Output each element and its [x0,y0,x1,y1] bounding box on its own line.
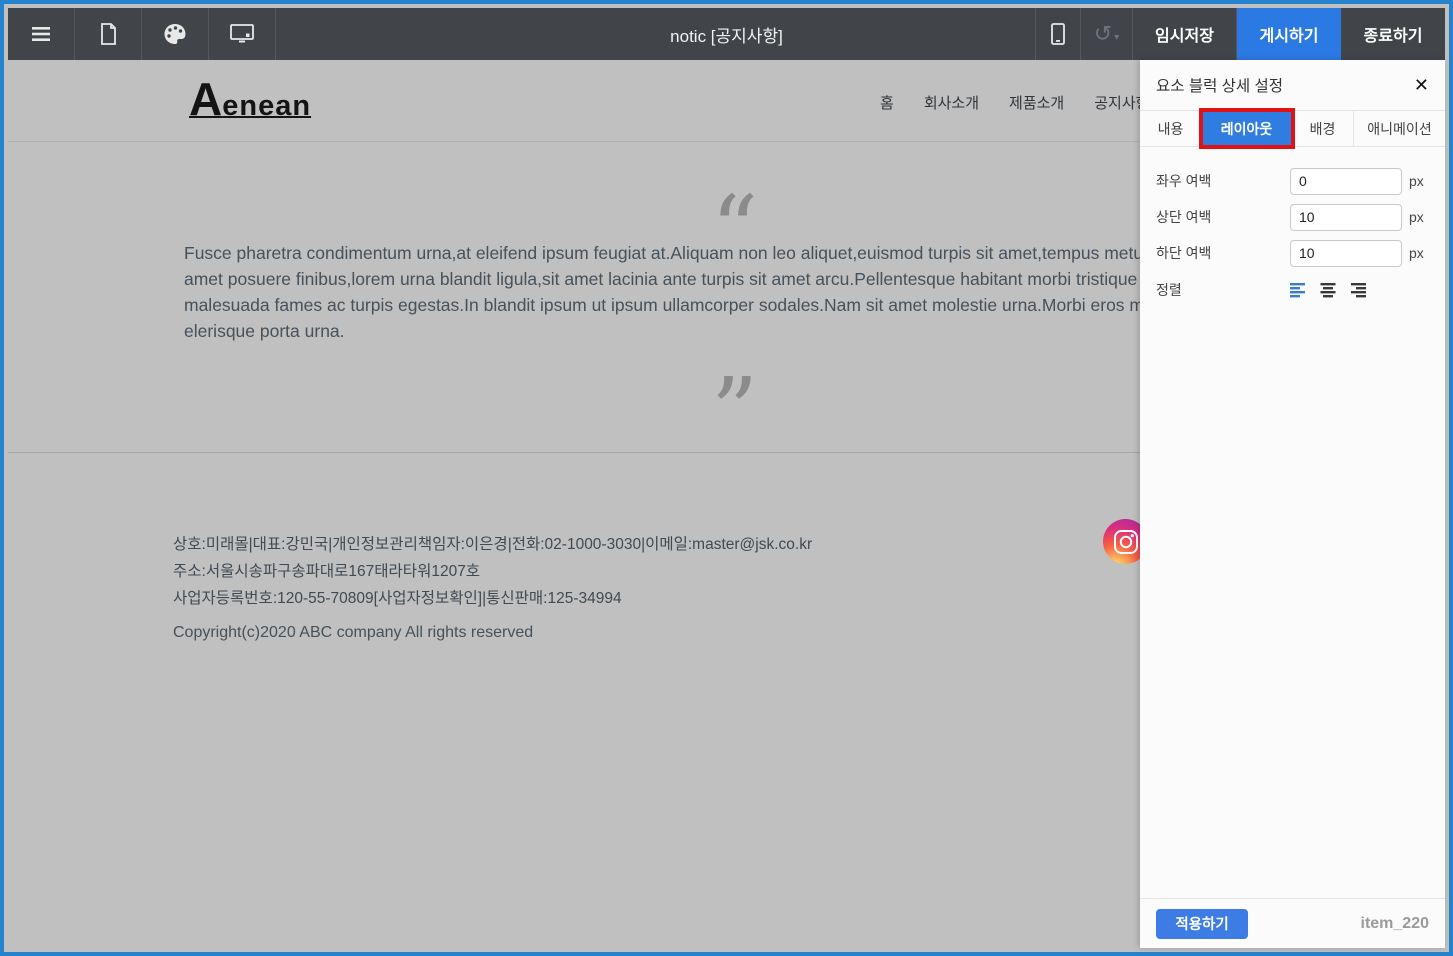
align-center-button[interactable] [1319,282,1337,298]
tab-background[interactable]: 배경 [1292,111,1354,146]
field-row-horizontal-margin: 좌우 여백 px [1156,167,1433,195]
field-label: 상단 여백 [1156,209,1212,225]
site-footer-info: 상호:미래몰|대표:강민국|개인정보관리책임자:이은경|전화:02-1000-3… [173,531,812,612]
copyright-text: Copyright(c)2020 ABC company All rights … [173,624,534,641]
unit-label: px [1409,209,1424,225]
publish-button[interactable]: 게시하기 [1237,8,1341,60]
panel-tabs: 내용 레이아웃 배경 애니메이션 [1140,108,1445,149]
hamburger-icon [32,27,50,41]
menu-button[interactable] [8,8,75,60]
exit-button[interactable]: 종료하기 [1341,8,1445,60]
mobile-preview-button[interactable] [1035,8,1081,60]
nav-item-company[interactable]: 회사소개 [924,92,979,113]
nav-item-product[interactable]: 제품소개 [1009,92,1064,113]
tab-layout[interactable]: 레이아웃 [1199,108,1295,149]
close-panel-button[interactable]: ✕ [1414,75,1429,96]
smartphone-icon [1051,23,1065,45]
document-icon [101,23,116,45]
undo-button[interactable]: ↺ ▾ [1081,8,1133,60]
align-group [1290,282,1366,298]
field-label: 정렬 [1156,282,1182,298]
align-right-button[interactable] [1348,282,1366,298]
field-label: 좌우 여백 [1156,173,1212,189]
toolbar-right-group: ↺ ▾ 임시저장 게시하기 종료하기 [1035,8,1445,60]
align-right-icon [1351,282,1366,297]
unit-label: px [1409,245,1424,261]
field-label: 하단 여백 [1156,245,1212,261]
footer-line: 상호:미래몰|대표:강민국|개인정보관리책임자:이은경|전화:02-1000-3… [173,536,813,553]
apply-button[interactable]: 적용하기 [1156,908,1248,939]
field-row-align: 정렬 [1156,276,1433,304]
undo-icon: ↺ [1093,21,1113,46]
panel-header: 요소 블럭 상세 설정 ✕ [1140,60,1445,110]
logo-initial: A [189,73,223,125]
logo-rest: enean [222,90,312,122]
footer-line: 주소:서울시송파구송파대로167태라타워1207호 [173,563,481,580]
panel-title: 요소 블럭 상세 설정 [1156,78,1283,95]
item-id-label: item_220 [1360,914,1430,932]
panel-footer: 적용하기 item_220 [1140,898,1445,948]
screen-button[interactable] [209,8,276,60]
bottom-margin-input[interactable] [1290,239,1402,267]
footer-line: 사업자등록번호:120-55-70809[사업자정보확인]|통신판매:125-3… [173,590,622,607]
align-left-button[interactable] [1290,282,1308,298]
editor-window: notic [공지사항] ↺ ▾ 임시저장 게시하기 종료하기 Aenean 홈… [0,0,1453,956]
horizontal-margin-input[interactable] [1290,167,1402,195]
design-button[interactable] [142,8,209,60]
temp-save-button[interactable]: 임시저장 [1133,8,1237,60]
caret-down-icon: ▾ [1114,31,1120,43]
site-nav: 홈 회사소개 제품소개 공지사항 [880,92,1149,113]
align-left-icon [1290,282,1305,297]
palette-icon [164,24,186,44]
instagram-icon [1113,529,1138,554]
close-icon: ✕ [1413,74,1429,95]
top-toolbar: notic [공지사항] ↺ ▾ 임시저장 게시하기 종료하기 [8,8,1445,60]
detail-settings-panel: 요소 블럭 상세 설정 ✕ 내용 레이아웃 배경 애니메이션 좌우 여백 px … [1140,60,1445,948]
field-row-bottom-margin: 하단 여백 px [1156,239,1433,267]
align-center-icon [1320,282,1336,297]
unit-label: px [1409,173,1424,189]
top-margin-input[interactable] [1290,203,1402,231]
nav-item-home[interactable]: 홈 [880,92,894,113]
monitor-icon [230,24,254,43]
tab-content[interactable]: 내용 [1140,111,1202,146]
field-row-top-margin: 상단 여백 px [1156,203,1433,231]
tab-animation[interactable]: 애니메이션 [1354,111,1445,146]
site-logo[interactable]: Aenean [189,72,311,126]
page-button[interactable] [75,8,142,60]
